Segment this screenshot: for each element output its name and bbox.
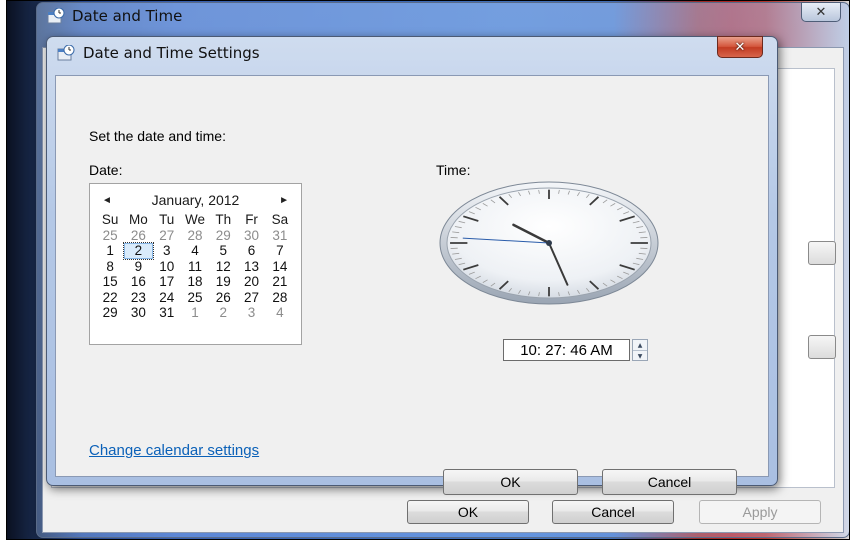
calendar-day[interactable]: 13 <box>237 259 265 275</box>
calendar: ◄ January, 2012 ► Su Mo Tu We Th Fr Sa 25 26 27 28… <box>89 183 302 345</box>
date-time-settings-dialog: Date and Time Settings ✕ Set the date an… <box>46 36 778 495</box>
outer-apply-button[interactable]: Apply <box>699 500 821 524</box>
dialog-title-bar: Date and Time Settings <box>57 44 260 62</box>
next-month-icon[interactable]: ► <box>279 195 289 206</box>
calendar-day[interactable]: 16 <box>124 274 152 290</box>
calendar-day[interactable]: 10 <box>153 259 181 275</box>
calendar-day[interactable]: 12 <box>209 259 237 275</box>
dialog-close-button[interactable]: ✕ <box>717 36 763 58</box>
outer-window-title: Date and Time <box>72 7 183 25</box>
spin-down-icon[interactable]: ▼ <box>633 351 647 361</box>
change-calendar-settings-link[interactable]: Change calendar settings <box>89 442 259 459</box>
calendar-day[interactable]: 21 <box>266 274 294 290</box>
calendar-day[interactable]: 11 <box>181 259 209 275</box>
calendar-day[interactable]: 2 <box>209 305 237 321</box>
calendar-month-title[interactable]: January, 2012 <box>90 192 301 208</box>
calendar-day[interactable]: 4 <box>266 305 294 321</box>
outer-title-bar: Date and Time <box>47 7 182 25</box>
weekday-header: Fr <box>245 212 258 227</box>
calendar-day[interactable]: 31 <box>153 305 181 321</box>
calendar-day[interactable]: 30 <box>124 305 152 321</box>
calendar-day[interactable]: 27 <box>237 290 265 306</box>
close-icon: ✕ <box>815 4 827 20</box>
dialog-client-area: Set the date and time: Date: Time: ◄ Jan… <box>55 75 769 495</box>
calendar-day[interactable]: 28 <box>181 228 209 244</box>
weekday-header: Th <box>215 212 232 227</box>
calendar-day[interactable]: 27 <box>153 228 181 244</box>
calendar-day[interactable]: 15 <box>96 274 124 290</box>
outer-ok-button[interactable]: OK <box>407 500 529 524</box>
calendar-day[interactable]: 23 <box>124 290 152 306</box>
calendar-day[interactable]: 1 <box>96 243 124 259</box>
calendar-day[interactable]: 5 <box>209 243 237 259</box>
calendar-day[interactable]: 26 <box>209 290 237 306</box>
calendar-day[interactable]: 17 <box>153 274 181 290</box>
calendar-day[interactable]: 14 <box>266 259 294 275</box>
date-label: Date: <box>89 162 123 178</box>
calendar-day[interactable]: 31 <box>266 228 294 244</box>
calendar-day[interactable]: 26 <box>124 228 152 244</box>
analog-clock <box>439 181 659 305</box>
calendar-day[interactable]: 9 <box>124 259 152 275</box>
dialog-ok-button[interactable]: OK <box>443 469 578 495</box>
weekday-header: Sa <box>271 212 289 227</box>
dialog-cancel-button[interactable]: Cancel <box>602 469 737 495</box>
weekday-header: We <box>184 212 205 227</box>
calendar-day[interactable]: 22 <box>96 290 124 306</box>
clock-icon <box>57 45 75 61</box>
calendar-day[interactable]: 25 <box>96 228 124 244</box>
outer-change-button[interactable] <box>808 241 836 265</box>
close-icon: ✕ <box>734 39 746 55</box>
desktop-background: Date and Time ✕ OK Cancel Apply Date and… <box>6 0 850 540</box>
calendar-day[interactable]: 6 <box>237 243 265 259</box>
calendar-day-selected[interactable]: 2 <box>123 242 154 260</box>
calendar-day[interactable]: 3 <box>237 305 265 321</box>
weekday-header: Tu <box>159 212 175 227</box>
time-label: Time: <box>436 162 471 178</box>
calendar-day[interactable]: 25 <box>181 290 209 306</box>
weekday-header: Mo <box>129 212 148 227</box>
clock-icon <box>47 8 65 24</box>
calendar-day[interactable]: 28 <box>266 290 294 306</box>
dialog-title: Date and Time Settings <box>83 44 260 62</box>
calendar-day[interactable]: 19 <box>209 274 237 290</box>
calendar-day[interactable]: 20 <box>237 274 265 290</box>
calendar-grid: Su Mo Tu We Th Fr Sa 25 26 27 28 29 30 31 1 2 3 4 5 6 7 8 9 10 1… <box>96 212 294 321</box>
outer-close-button[interactable]: ✕ <box>801 2 841 22</box>
clock-pivot <box>546 240 552 246</box>
calendar-day[interactable]: 8 <box>96 259 124 275</box>
calendar-day[interactable]: 4 <box>181 243 209 259</box>
calendar-day[interactable]: 29 <box>96 305 124 321</box>
weekday-header: Su <box>101 212 119 227</box>
calendar-day[interactable]: 3 <box>153 243 181 259</box>
time-spinner[interactable]: ▲ ▼ <box>632 339 648 361</box>
instruction-text: Set the date and time: <box>89 128 226 144</box>
calendar-day[interactable]: 7 <box>266 243 294 259</box>
calendar-day[interactable]: 24 <box>153 290 181 306</box>
calendar-day[interactable]: 29 <box>209 228 237 244</box>
time-input[interactable]: 10: 27: 46 AM <box>503 339 630 361</box>
calendar-day[interactable]: 18 <box>181 274 209 290</box>
outer-cancel-button[interactable]: Cancel <box>552 500 674 524</box>
outer-change-timezone-button[interactable] <box>808 335 836 359</box>
calendar-day[interactable]: 1 <box>181 305 209 321</box>
calendar-day[interactable]: 30 <box>237 228 265 244</box>
spin-up-icon[interactable]: ▲ <box>633 340 647 351</box>
